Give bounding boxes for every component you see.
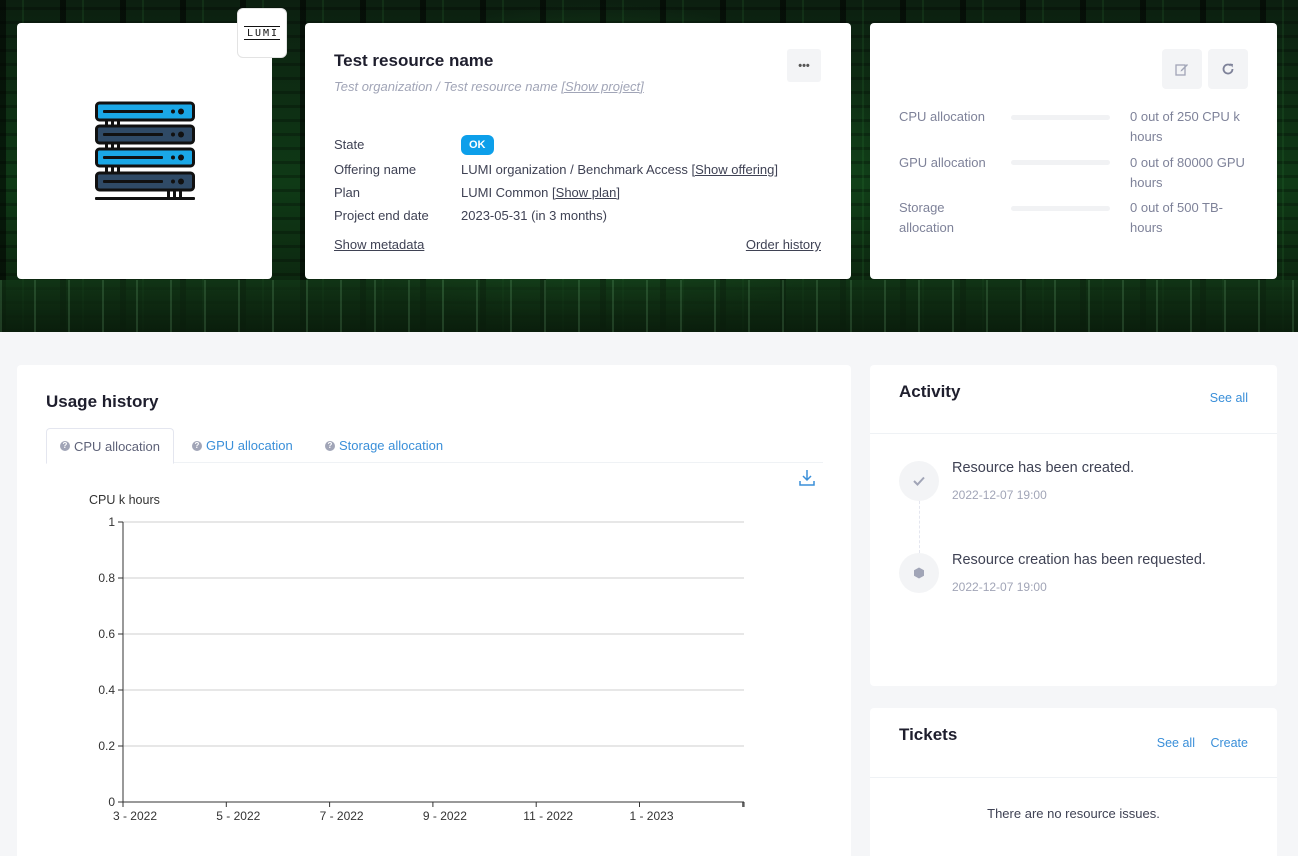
tab-label: CPU allocation: [74, 438, 160, 454]
y-axis-title: CPU k hours: [89, 493, 160, 507]
order-history-link[interactable]: Order history: [746, 237, 821, 252]
resource-image-card: [17, 23, 272, 279]
tab-label: GPU allocation: [206, 438, 293, 453]
cube-icon: [914, 567, 924, 579]
offering-name: LUMI organization / Benchmark Access: [461, 162, 688, 177]
download-icon[interactable]: [798, 469, 816, 487]
tickets-see-all-link[interactable]: See all: [1157, 736, 1195, 750]
y-tick-label: 0: [108, 795, 115, 809]
tickets-title: Tickets: [899, 725, 958, 744]
storage-quota-bar: [1011, 206, 1110, 211]
plan-label: Plan: [334, 185, 361, 200]
x-tick-label: 1 - 2023: [629, 809, 673, 823]
offering-value: LUMI organization / Benchmark Access [Sh…: [461, 162, 778, 177]
offering-label: Offering name: [334, 162, 417, 177]
show-project-link[interactable]: [Show project]: [561, 79, 643, 94]
lumi-logo: LUMI: [237, 8, 287, 58]
tab-gpu-allocation[interactable]: ? GPU allocation: [179, 428, 306, 463]
plan-name: LUMI Common: [461, 185, 549, 200]
usage-history-title: Usage history: [46, 392, 159, 411]
y-tick-label: 0.8: [98, 571, 115, 585]
storage-quota-value: 0 out of 500 TB-hours: [1130, 200, 1223, 235]
show-plan-link[interactable]: [Show plan]: [552, 185, 620, 200]
create-ticket-link[interactable]: Create: [1210, 736, 1248, 750]
cpu-quota-bar: [1011, 115, 1110, 120]
usage-chart: CPU k hours 0 0.2 0.4 0.6 0.8 1 3 - 2022 5 - 202…: [89, 493, 745, 823]
edit-quota-button[interactable]: [1162, 49, 1202, 89]
state-label: State: [334, 137, 365, 152]
usage-history-card: Usage history ? CPU allocation ? GPU all…: [17, 365, 851, 856]
end-date-label: Project end date: [334, 208, 429, 223]
divider: [870, 433, 1277, 434]
end-date-value: 2023-05-31 (in 3 months): [461, 208, 607, 223]
state-value: OK: [461, 135, 494, 155]
activity-see-all-link[interactable]: See all: [1210, 391, 1248, 405]
divider: [870, 777, 1277, 778]
activity-event-text: Resource has been created.: [952, 460, 1135, 476]
x-tick-label: 9 - 2022: [423, 809, 467, 823]
tickets-card: Tickets See all Create There are no reso…: [870, 708, 1277, 856]
activity-event-time: 2022-12-07 19:00: [952, 580, 1047, 594]
resource-breadcrumb: Test organization / Test resource name […: [334, 79, 644, 94]
y-tick-label: 0.2: [98, 739, 115, 753]
tab-cpu-allocation[interactable]: ? CPU allocation: [46, 428, 174, 464]
show-metadata-link[interactable]: Show metadata: [334, 237, 424, 252]
tab-storage-allocation[interactable]: ? Storage allocation: [312, 428, 456, 463]
y-tick-label: 1: [108, 515, 115, 529]
gpu-quota-bar: [1011, 160, 1110, 165]
usage-tabs: ? CPU allocation ? GPU allocation ? Stor…: [46, 428, 823, 464]
edit-icon: [1175, 64, 1188, 76]
gpu-quota-value: 0 out of 80000 GPU hours: [1130, 155, 1245, 190]
status-badge: OK: [461, 135, 494, 155]
timeline-connector: [919, 501, 920, 553]
resource-summary-card: Test resource name Test organization / T…: [305, 23, 851, 279]
storage-quota-label: Storage allocation: [899, 200, 954, 235]
more-dots-icon: •••: [798, 59, 810, 72]
help-icon: ?: [60, 441, 70, 451]
hero-floor: [0, 280, 1298, 332]
lumi-logo-text: LUMI: [243, 26, 281, 40]
y-tick-label: 0.6: [98, 627, 115, 641]
activity-event-time: 2022-12-07 19:00: [952, 488, 1047, 502]
x-tick-label: 5 - 2022: [216, 809, 260, 823]
resource-title: Test resource name: [334, 51, 494, 70]
show-offering-link[interactable]: [Show offering]: [692, 162, 778, 177]
tab-label: Storage allocation: [339, 438, 444, 453]
cpu-quota-value: 0 out of 250 CPU k hours: [1130, 109, 1240, 144]
activity-title: Activity: [899, 382, 961, 401]
x-tick-label: 7 - 2022: [320, 809, 364, 823]
gpu-quota-label: GPU allocation: [899, 155, 986, 170]
quota-card: CPU allocation 0 out of 250 CPU k hours …: [870, 23, 1277, 279]
y-tick-label: 0.4: [98, 683, 115, 697]
timeline-dot: [899, 553, 939, 593]
check-icon: [913, 476, 925, 486]
activity-card: Activity See all Resource has been creat…: [870, 365, 1277, 686]
server-rack-icon: [95, 101, 195, 200]
activity-event-text: Resource creation has been requested.: [952, 552, 1206, 568]
help-icon: ?: [325, 440, 335, 451]
breadcrumb-text: Test organization / Test resource name: [334, 79, 558, 94]
help-icon: ?: [192, 440, 202, 451]
more-actions-button[interactable]: •••: [787, 49, 821, 82]
empty-tickets-message: There are no resource issues.: [987, 806, 1160, 821]
cpu-quota-label: CPU allocation: [899, 109, 985, 124]
plan-value: LUMI Common [Show plan]: [461, 185, 620, 200]
refresh-icon: [1222, 63, 1234, 75]
x-tick-label: 3 - 2022: [113, 809, 157, 823]
timeline-dot: [899, 461, 939, 501]
refresh-button[interactable]: [1208, 49, 1248, 89]
x-tick-label: 11 - 2022: [523, 809, 573, 823]
